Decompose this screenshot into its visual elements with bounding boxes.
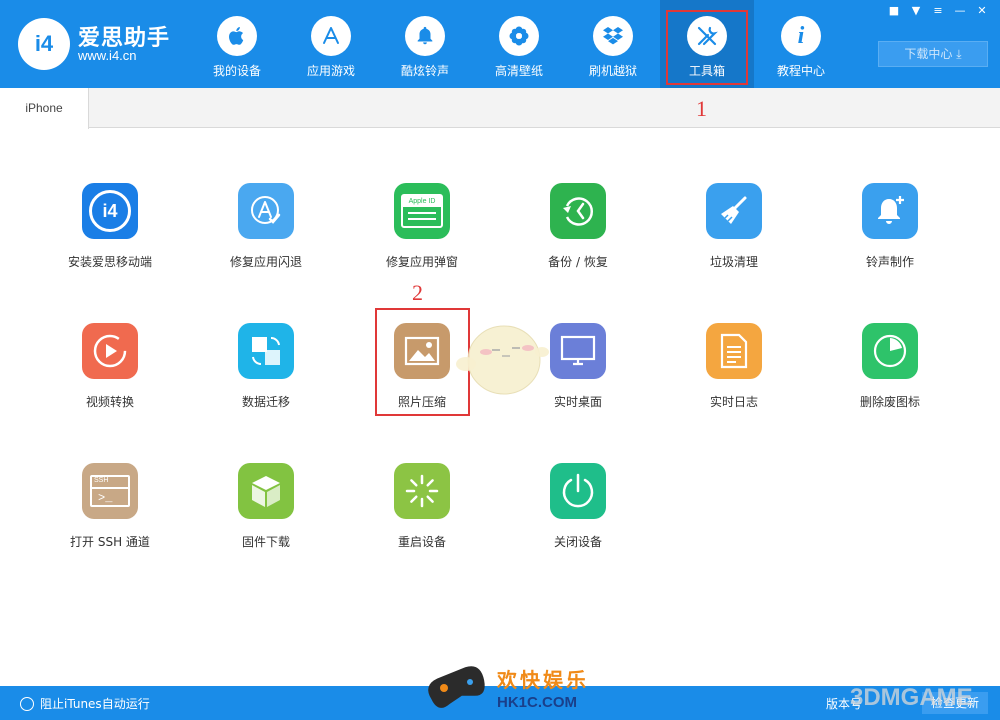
tool-install-i4-mobile[interactable]: i4 安装爱思移动端	[40, 183, 180, 270]
watermark-3dm: 3DMGAME	[850, 684, 973, 711]
tool-label: 铃声制作	[865, 255, 914, 269]
download-icon: ⤓	[956, 47, 962, 61]
block-itunes-label: 阻止iTunes自动运行	[40, 697, 150, 711]
pie-icon	[862, 323, 918, 379]
tool-remove-junk-icons[interactable]: 删除废图标	[820, 323, 960, 410]
app-store-icon	[311, 16, 351, 56]
nav-apps-games[interactable]: 应用游戏	[284, 0, 378, 88]
tool-label: 修复应用弹窗	[385, 255, 458, 269]
tool-live-log[interactable]: 实时日志	[664, 323, 804, 410]
watermark-text: 欢快娱乐	[497, 668, 589, 692]
minimize-icon[interactable]: —	[952, 4, 968, 18]
tool-open-ssh[interactable]: SSH >_ 打开 SSH 通道	[40, 463, 180, 550]
loading-icon	[394, 463, 450, 519]
nav-ringtones[interactable]: 酷炫铃声	[378, 0, 472, 88]
backup-restore-icon	[550, 183, 606, 239]
nav-label: 刷机越狱	[588, 64, 637, 78]
nav-my-device[interactable]: 我的设备	[190, 0, 284, 88]
document-icon	[706, 323, 762, 379]
power-icon	[550, 463, 606, 519]
nav-tutorials[interactable]: i 教程中心	[754, 0, 848, 88]
tool-label: 重启设备	[397, 535, 446, 549]
menu-icon[interactable]: ≡	[930, 4, 946, 18]
tool-label: 安装爱思移动端	[67, 255, 152, 269]
tool-backup-restore[interactable]: 备份 / 恢复	[508, 183, 648, 270]
nav-wallpapers[interactable]: 高清壁纸	[472, 0, 566, 88]
tool-fix-app-crash[interactable]: 修复应用闪退	[196, 183, 336, 270]
tool-label: 打开 SSH 通道	[70, 535, 150, 549]
data-migrate-icon	[238, 323, 294, 379]
apple-icon	[217, 16, 257, 56]
dropbox-icon	[593, 16, 633, 56]
close-icon[interactable]: ✕	[974, 4, 990, 18]
tool-junk-clean[interactable]: 垃圾清理	[664, 183, 804, 270]
video-icon	[82, 323, 138, 379]
tool-video-convert[interactable]: 视频转换	[40, 323, 180, 410]
tool-label: 备份 / 恢复	[548, 255, 608, 269]
tool-label: 实时日志	[709, 395, 758, 409]
nav-label: 应用游戏	[306, 64, 355, 78]
download-center-label: 下载中心	[904, 47, 953, 61]
terminal-icon: SSH >_	[82, 463, 138, 519]
tool-label: 删除废图标	[859, 395, 920, 409]
top-header: i4 爱思助手 www.i4.cn 我的设备 应用游戏 酷炫铃声 高清壁纸 刷机…	[0, 0, 1000, 88]
tool-data-migration[interactable]: 数据迁移	[196, 323, 336, 410]
nav-flash-jailbreak[interactable]: 刷机越狱	[566, 0, 660, 88]
tool-label: 修复应用闪退	[229, 255, 302, 269]
tool-label: 视频转换	[85, 395, 134, 409]
app-repair-icon	[238, 183, 294, 239]
app-logo[interactable]: i4	[18, 18, 70, 70]
radio-circle-icon	[20, 696, 34, 711]
app-url: www.i4.cn	[78, 48, 137, 63]
annotation-number-1: 1	[696, 96, 707, 121]
tool-label: 固件下载	[241, 535, 290, 549]
nav-label: 教程中心	[776, 64, 825, 78]
monitor-icon	[550, 323, 606, 379]
tab-iphone[interactable]: iPhone	[0, 88, 89, 129]
tool-label: 关闭设备	[553, 535, 602, 549]
tool-ringtone-maker[interactable]: 铃声制作	[820, 183, 960, 270]
nav-label: 酷炫铃声	[400, 64, 449, 78]
feedback-icon[interactable]: ■	[886, 4, 902, 18]
watermark-url: HK1C.COM	[497, 694, 578, 711]
cube-icon	[238, 463, 294, 519]
tool-firmware-download[interactable]: 固件下载	[196, 463, 336, 550]
tool-fix-app-popup[interactable]: Apple ID 修复应用弹窗	[352, 183, 492, 270]
skin-icon[interactable]: ▼	[908, 4, 924, 18]
download-center-button[interactable]: 下载中心 ⤓	[878, 41, 988, 67]
window-controls: ■ ▼ ≡ — ✕	[886, 4, 990, 18]
nav-label: 我的设备	[212, 64, 261, 78]
annotation-number-2: 2	[412, 280, 423, 305]
mascot-watermark	[454, 318, 550, 402]
tool-label: 数据迁移	[241, 395, 290, 409]
flower-icon	[499, 16, 539, 56]
block-itunes-toggle[interactable]: 阻止iTunes自动运行	[20, 695, 150, 712]
bell-plus-icon	[862, 183, 918, 239]
tool-label: 垃圾清理	[709, 255, 758, 269]
tool-restart-device[interactable]: 重启设备	[352, 463, 492, 550]
apple-id-icon: Apple ID	[394, 183, 450, 239]
annotation-box-1	[666, 10, 748, 85]
device-tab-bar: iPhone	[0, 88, 1000, 129]
broom-icon	[706, 183, 762, 239]
bell-icon	[405, 16, 445, 56]
tool-shutdown-device[interactable]: 关闭设备	[508, 463, 648, 550]
nav-label: 高清壁纸	[494, 64, 543, 78]
i4-app-icon: i4	[82, 183, 138, 239]
info-icon: i	[781, 16, 821, 56]
